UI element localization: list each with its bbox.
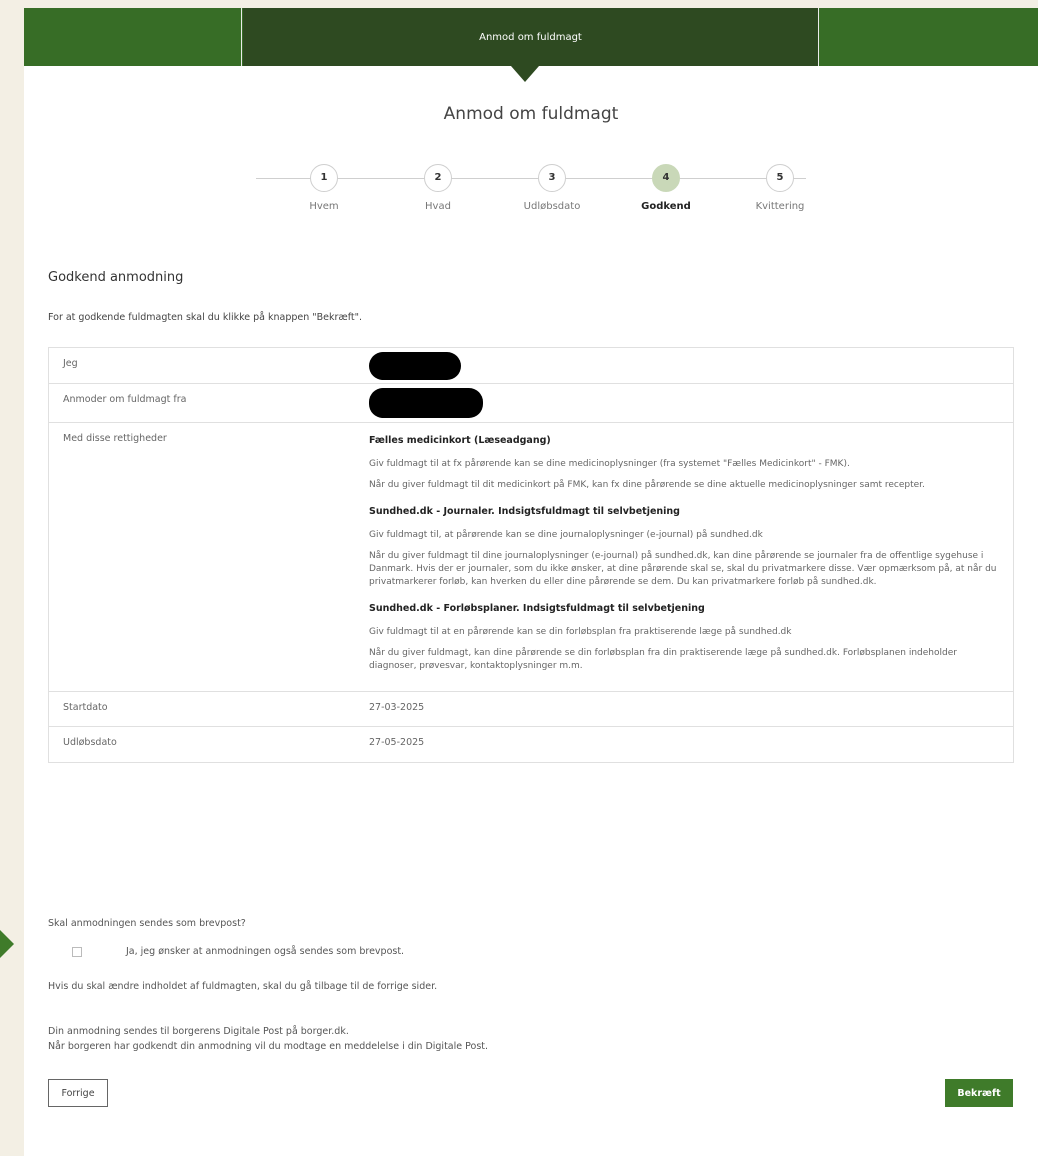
step-label: Udløbsdato xyxy=(523,201,581,212)
end-date-value: 27-05-2025 xyxy=(369,737,425,748)
step-number: 4 xyxy=(652,164,680,192)
row-value xyxy=(369,348,1013,383)
page-title: Anmod om fuldmagt xyxy=(443,104,619,124)
table-row: Udløbsdato 27-05-2025 xyxy=(49,727,1013,762)
redacted-name xyxy=(369,352,461,380)
right-description: Giv fuldmagt til at en pårørende kan se … xyxy=(369,627,792,637)
step-udlobsdato: 3 Udløbsdato xyxy=(512,164,592,212)
right-description: Når du giver fuldmagt, kan dine pårørend… xyxy=(369,648,957,671)
right-description: Giv fuldmagt til, at pårørende kan se di… xyxy=(369,530,763,540)
top-navigation-bar: Anmod om fuldmagt xyxy=(24,8,1038,82)
row-label: Startdato xyxy=(63,702,108,713)
redacted-name xyxy=(369,388,483,418)
row-label: Udløbsdato xyxy=(63,737,117,748)
table-row: Startdato 27-03-2025 xyxy=(49,692,1013,727)
step-number: 2 xyxy=(424,164,452,192)
page: Anmod om fuldmagt Anmod om fuldmagt 1 Hv… xyxy=(24,8,1038,1156)
step-number: 5 xyxy=(766,164,794,192)
row-label: Anmoder om fuldmagt fra xyxy=(63,394,187,405)
step-label: Hvad xyxy=(425,201,451,212)
letter-checkbox-label[interactable]: Ja, jeg ønsker at anmodningen også sende… xyxy=(126,946,404,957)
right-title: Sundhed.dk - Journaler. Indsigtsfuldmagt… xyxy=(369,506,680,517)
row-label: Jeg xyxy=(63,358,78,369)
section-intro: For at godkende fuldmagten skal du klikk… xyxy=(48,312,363,323)
right-item: Sundhed.dk - Forløbsplaner. Indsigtsfuld… xyxy=(369,603,1013,673)
summary-table: Jeg Anmoder om fuldmagt fra Med disse re… xyxy=(48,347,1014,763)
delivery-note-line: Din anmodning sendes til borgerens Digit… xyxy=(48,1026,349,1037)
row-value xyxy=(369,384,1013,422)
step-label: Hvem xyxy=(309,201,339,212)
letter-option[interactable]: Ja, jeg ønsker at anmodningen også sende… xyxy=(72,946,404,957)
confirm-button[interactable]: Bekræft xyxy=(945,1079,1013,1107)
rights-list: Fælles medicinkort (Læseadgang) Giv fuld… xyxy=(369,423,1013,691)
step-number: 3 xyxy=(538,164,566,192)
right-description: Når du giver fuldmagt til dine journalop… xyxy=(369,551,997,587)
right-item: Fælles medicinkort (Læseadgang) Giv fuld… xyxy=(369,435,1013,492)
nav-segment-current: Anmod om fuldmagt xyxy=(243,8,819,66)
step-godkend: 4 Godkend xyxy=(626,164,706,212)
right-title: Sundhed.dk - Forløbsplaner. Indsigtsfuld… xyxy=(369,603,705,614)
right-title: Fælles medicinkort (Læseadgang) xyxy=(369,435,551,446)
letter-question: Skal anmodningen sendes som brevpost? xyxy=(48,918,246,929)
delivery-note-line: Når borgeren har godkendt din anmodning … xyxy=(48,1041,489,1052)
right-description: Giv fuldmagt til at fx pårørende kan se … xyxy=(369,459,850,469)
left-pointer-icon xyxy=(0,930,14,958)
step-label: Godkend xyxy=(641,201,691,212)
edit-note: Hvis du skal ændre indholdet af fuldmagt… xyxy=(48,981,438,992)
table-row: Anmoder om fuldmagt fra xyxy=(49,384,1013,423)
right-description: Når du giver fuldmagt til dit medicinkor… xyxy=(369,480,925,490)
letter-checkbox[interactable] xyxy=(72,946,82,957)
step-number: 1 xyxy=(310,164,338,192)
current-step-pointer-icon xyxy=(511,66,539,82)
delivery-note: Din anmodning sendes til borgerens Digit… xyxy=(48,1024,488,1054)
step-hvem: 1 Hvem xyxy=(284,164,364,212)
right-item: Sundhed.dk - Journaler. Indsigtsfuldmagt… xyxy=(369,506,1013,589)
start-date-value: 27-03-2025 xyxy=(369,702,425,713)
step-hvad: 2 Hvad xyxy=(398,164,478,212)
step-kvittering: 5 Kvittering xyxy=(740,164,820,212)
step-label: Kvittering xyxy=(755,201,805,212)
previous-button[interactable]: Forrige xyxy=(48,1079,108,1107)
nav-segment-left xyxy=(24,8,242,66)
section-title: Godkend anmodning xyxy=(48,270,184,285)
table-row: Med disse rettigheder Fælles medicinkort… xyxy=(49,423,1013,692)
table-row: Jeg xyxy=(49,348,1013,384)
row-label: Med disse rettigheder xyxy=(63,433,167,444)
header-title: Anmod om fuldmagt xyxy=(479,31,582,43)
progress-stepper: 1 Hvem 2 Hvad 3 Udløbsdato 4 Godkend 5 K… xyxy=(244,158,814,228)
